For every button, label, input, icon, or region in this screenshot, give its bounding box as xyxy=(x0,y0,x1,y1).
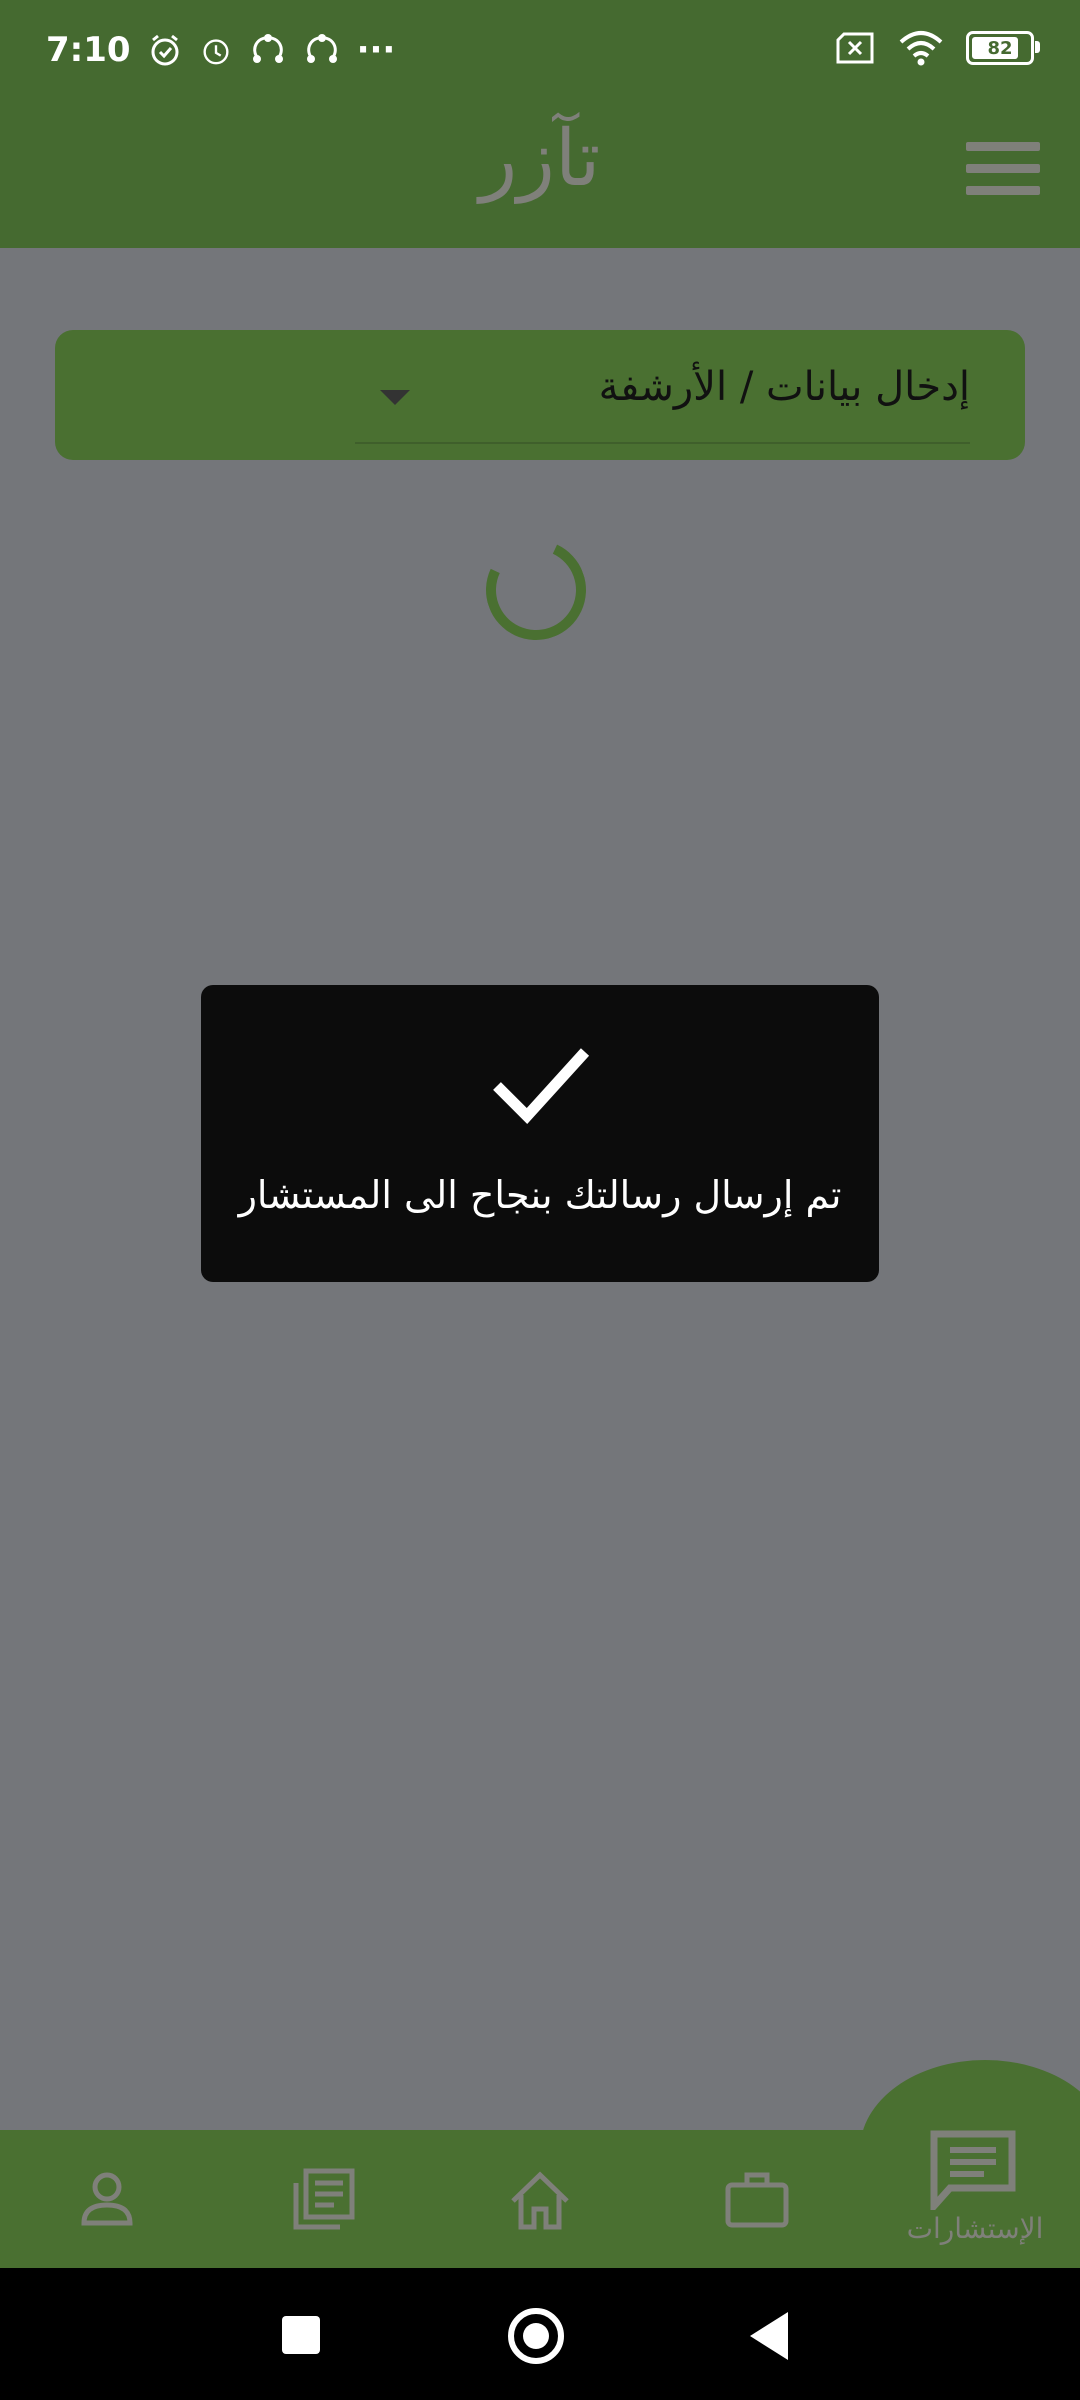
checkmark-icon xyxy=(493,1048,590,1124)
more-notifications: ··· xyxy=(356,30,396,70)
alarm-icon xyxy=(151,34,179,66)
app-title: تآزر xyxy=(479,114,601,204)
home-icon[interactable] xyxy=(505,2165,575,2235)
alarm-clock-icon xyxy=(203,39,229,65)
category-dropdown[interactable]: إدخال بيانات / الأرشفة xyxy=(55,330,1025,460)
hamburger-menu-icon[interactable] xyxy=(966,142,1040,196)
chevron-down-icon xyxy=(380,390,410,405)
home-button-icon[interactable] xyxy=(508,2308,564,2364)
nav-label-consultations[interactable]: الإستشارات xyxy=(890,2212,1060,2245)
sync-icon-2 xyxy=(306,34,337,63)
recent-apps-icon[interactable] xyxy=(282,2316,320,2354)
chat-icon[interactable] xyxy=(928,2130,1018,2210)
wifi-icon xyxy=(899,31,943,66)
status-right: 82 xyxy=(834,30,1040,66)
dropdown-selected-label: إدخال بيانات / الأرشفة xyxy=(598,364,970,410)
articles-icon[interactable] xyxy=(288,2165,358,2235)
success-toast: تم إرسال رسالتك بنجاح الى المستشار xyxy=(201,985,879,1282)
battery-icon: 82 xyxy=(966,31,1040,65)
briefcase-icon[interactable] xyxy=(722,2165,792,2235)
toast-message: تم إرسال رسالتك بنجاح الى المستشار xyxy=(238,1173,842,1217)
profile-icon[interactable] xyxy=(72,2165,142,2235)
dropdown-underline xyxy=(355,442,970,444)
system-nav-bar xyxy=(0,2268,1080,2400)
app-bar: تآزر xyxy=(0,110,1080,248)
status-left: 7:10 ··· xyxy=(46,30,395,70)
sync-icon xyxy=(252,34,283,63)
back-icon[interactable] xyxy=(750,2312,788,2360)
battery-level: 82 xyxy=(987,37,1013,59)
no-sim-icon xyxy=(836,32,874,64)
status-time: 7:10 xyxy=(46,30,131,70)
loading-spinner xyxy=(471,525,601,655)
status-bar: 7:10 ··· 82 xyxy=(0,0,1080,110)
